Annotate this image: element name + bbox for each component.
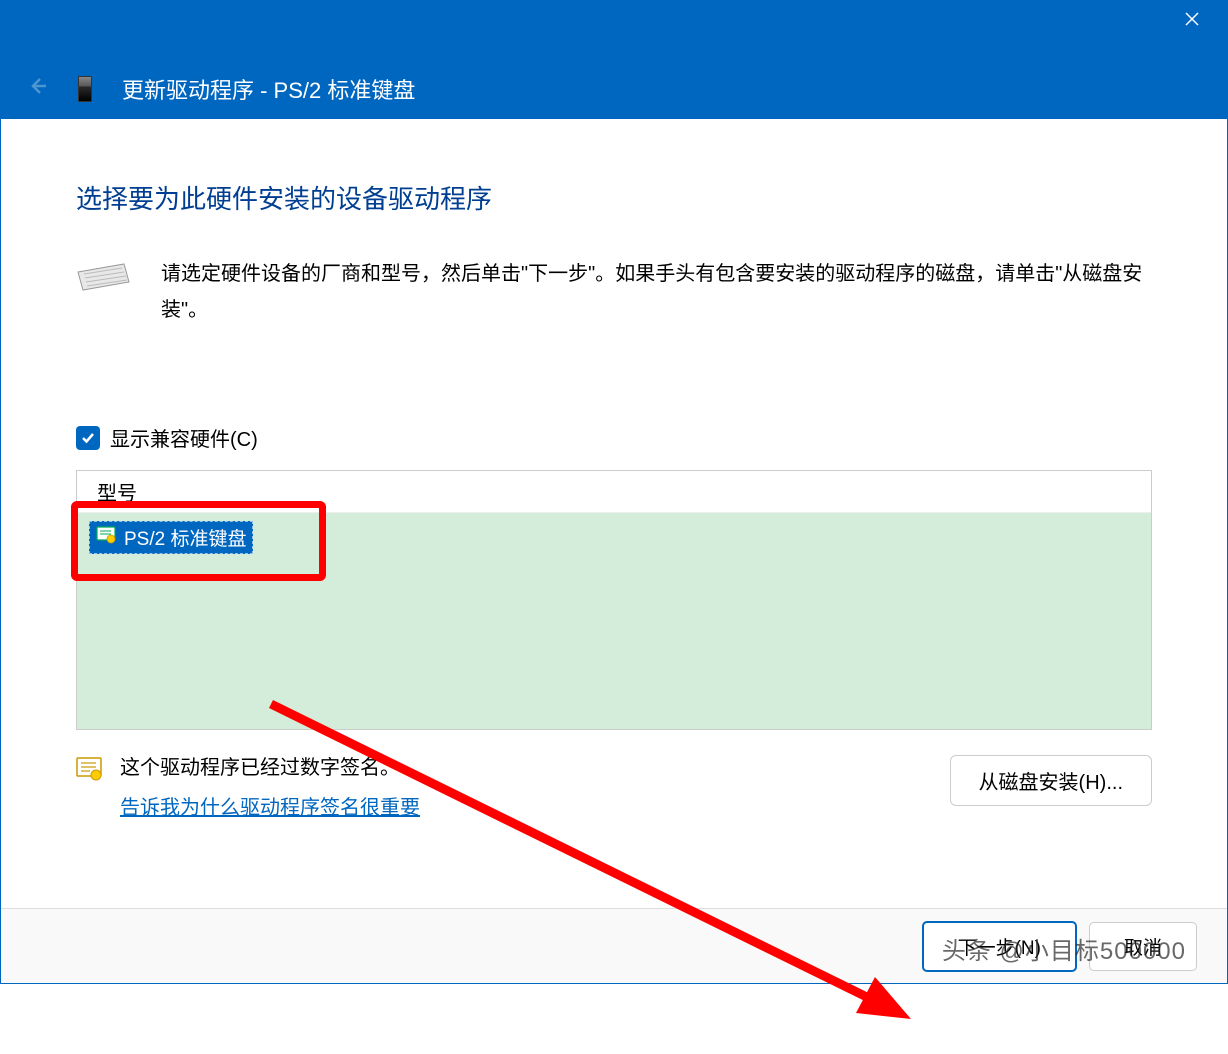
instruction-text: 请选定硬件设备的厂商和型号，然后单击"下一步"。如果手头有包含要安装的驱动程序的…: [161, 256, 1152, 328]
back-arrow-icon[interactable]: [26, 75, 48, 104]
button-bar: 下一步(N) 取消: [1, 908, 1227, 983]
window-title: 更新驱动程序 - PS/2 标准键盘: [122, 73, 415, 105]
content-area: 选择要为此硬件安装的设备驱动程序 请选定硬件设备的厂商和型号，然后单击"下一步"…: [1, 119, 1227, 908]
list-body: PS/2 标准键盘: [77, 513, 1151, 729]
close-button[interactable]: [1157, 1, 1227, 41]
checkbox-icon: [76, 426, 100, 450]
signature-info: 这个驱动程序已经过数字签名。 告诉我为什么驱动程序签名很重要: [76, 755, 420, 821]
list-item-label: PS/2 标准键盘: [124, 524, 246, 551]
dialog-window: 更新驱动程序 - PS/2 标准键盘 选择要为此硬件安装的设备驱动程序 请选定硬…: [0, 0, 1228, 984]
annotation-arrow: [261, 694, 961, 1054]
list-item[interactable]: PS/2 标准键盘: [89, 521, 253, 554]
compatible-checkbox-label: 显示兼容硬件(C): [110, 423, 258, 452]
signature-message: 这个驱动程序已经过数字签名。: [120, 755, 420, 781]
footer-row: 这个驱动程序已经过数字签名。 告诉我为什么驱动程序签名很重要 从磁盘安装(H).…: [76, 755, 1152, 821]
signature-icon: [76, 757, 102, 821]
signature-help-link[interactable]: 告诉我为什么驱动程序签名很重要: [120, 797, 420, 819]
have-disk-button[interactable]: 从磁盘安装(H)...: [950, 755, 1152, 806]
cancel-button[interactable]: 取消: [1089, 922, 1197, 971]
certificate-icon: [96, 526, 116, 549]
keyboard-icon: [76, 262, 131, 292]
instruction-row: 请选定硬件设备的厂商和型号，然后单击"下一步"。如果手头有包含要安装的驱动程序的…: [76, 256, 1152, 328]
model-list: 型号 PS/2 标准键盘: [76, 470, 1152, 730]
compatible-checkbox-row[interactable]: 显示兼容硬件(C): [76, 423, 1152, 452]
device-icon: [78, 76, 92, 102]
header-row: 更新驱动程序 - PS/2 标准键盘: [1, 59, 1227, 119]
close-icon: [1184, 11, 1200, 32]
list-header-model[interactable]: 型号: [77, 471, 1151, 513]
next-button[interactable]: 下一步(N): [922, 921, 1077, 972]
page-heading: 选择要为此硬件安装的设备驱动程序: [76, 179, 1152, 216]
titlebar: [1, 1, 1227, 59]
